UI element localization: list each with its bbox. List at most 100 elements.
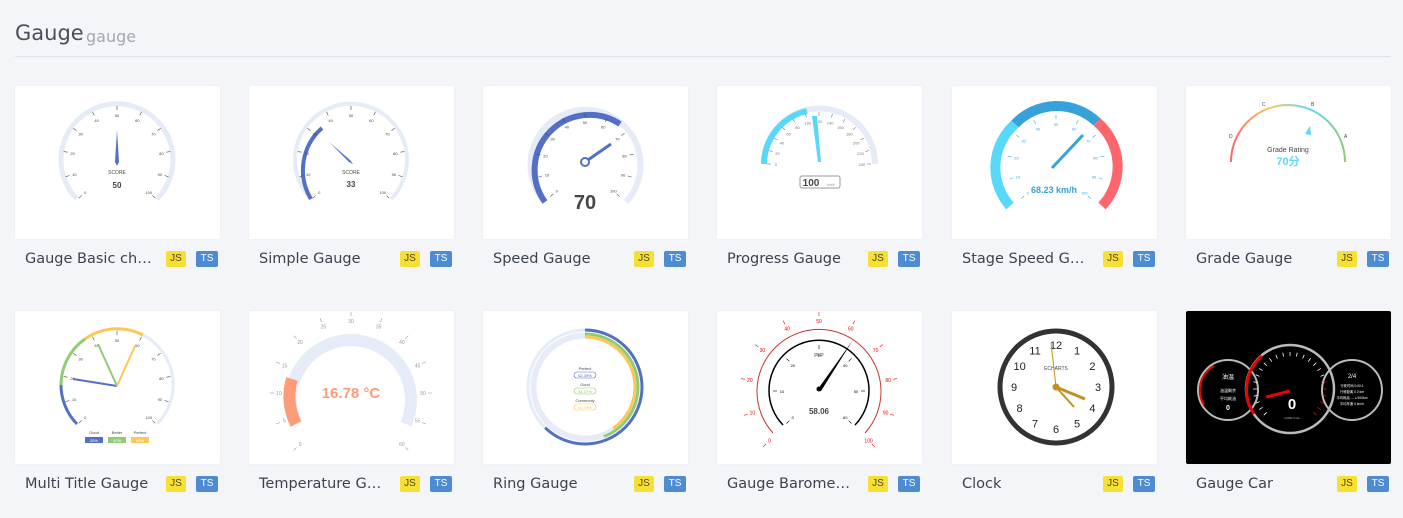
- tick-label: 70: [151, 357, 156, 362]
- example-thumbnail[interactable]: 0 5 10 15 20 25 30 35 40 45 50 55 60 16.78 °C: [249, 311, 454, 464]
- js-badge[interactable]: JS: [1337, 251, 1357, 267]
- example-card-temperature-gauge[interactable]: 0 5 10 15 20 25 30 35 40 45 50 55 60 16.78 °C Temper…: [249, 311, 454, 492]
- example-title[interactable]: Multi Title Gauge: [25, 476, 153, 492]
- ts-badge[interactable]: TS: [1367, 476, 1389, 492]
- js-badge[interactable]: JS: [400, 251, 420, 267]
- tick-mark: [65, 400, 70, 402]
- tick-mark: [621, 132, 625, 136]
- example-card-grade-gauge[interactable]: D C B A Grade Rating 70分 Grade Gauge JS …: [1186, 86, 1391, 267]
- example-thumbnail[interactable]: Perfect 62.39% Good 44.07% Commonly 40.4…: [483, 311, 688, 464]
- ts-badge[interactable]: TS: [430, 476, 452, 492]
- gauge-barometer-thumbnail: 0102030405060 0102030405060708090100 PLP…: [740, 312, 898, 448]
- grade-label: C: [1262, 102, 1266, 108]
- tick-mark: [78, 195, 82, 199]
- tick-mark: [1016, 134, 1020, 138]
- example-title[interactable]: Temperature Gauge Chart: [259, 476, 387, 492]
- example-card-clock[interactable]: 12 1 2 3 4 5 6 7 8 9 10 11 ECHARTS Clock JS TS: [952, 311, 1157, 492]
- tick-label: 60: [848, 327, 854, 333]
- example-title[interactable]: Simple Gauge: [259, 251, 387, 267]
- tick-label: 20: [543, 154, 548, 159]
- example-card-ring-gauge[interactable]: Perfect 62.39% Good 44.07% Commonly 40.4…: [483, 311, 688, 492]
- example-thumbnail[interactable]: 0 20 40 60 80 100 120 140 160 180 200 220 240 100 km…: [717, 86, 922, 239]
- js-badge[interactable]: JS: [868, 251, 888, 267]
- legend-name: Better: [112, 430, 123, 435]
- js-badge[interactable]: JS: [166, 251, 186, 267]
- example-card-progress-gauge[interactable]: 0 20 40 60 80 100 120 140 160 180 200 220 240 100 km…: [717, 86, 922, 267]
- gauge-value: 70分: [1276, 154, 1299, 168]
- tick-mark: [1098, 177, 1103, 180]
- js-badge[interactable]: JS: [634, 476, 654, 492]
- example-card-multi-title-gauge[interactable]: 0 10 20 30 40 50 60 70 80 90 100 Good Better Perfe…: [15, 311, 220, 492]
- example-card-gauge-barometer[interactable]: 0 10 20 30 40 50 60 0 10 20 30 40 50 60 70 80 90 100 PLP…: [717, 311, 922, 492]
- tick-mark: [1092, 134, 1096, 138]
- js-badge[interactable]: JS: [1337, 476, 1357, 492]
- tick-mark: [1007, 156, 1012, 158]
- example-title[interactable]: Grade Gauge: [1196, 251, 1324, 267]
- tick-label: 25: [321, 325, 327, 331]
- example-card-gauge-car[interactable]: 油温 油温剩余 平均耗油 0 0 x1000 r/min 2/4 行驶时间 0:…: [1186, 311, 1391, 492]
- example-thumbnail[interactable]: 0 10 20 30 40 50 60 70 80 90 100 70: [483, 86, 688, 239]
- ts-badge[interactable]: TS: [196, 251, 218, 267]
- example-title[interactable]: Speed Gauge: [493, 251, 621, 267]
- example-thumbnail[interactable]: 0 10 20 30 40 50 60 70 80 90 100 SCORE 33: [249, 86, 454, 239]
- example-card-simple-gauge[interactable]: 0 10 20 30 40 50 60 70 80 90 100 SCORE 33 Simple G…: [249, 86, 454, 267]
- tick-label: 10: [72, 172, 77, 177]
- ts-badge[interactable]: TS: [196, 476, 218, 492]
- tick-mark: [848, 358, 852, 362]
- example-card-gauge-basic[interactable]: 0 10 20 30 40 50 60 70 80 90 100 SCORE 50 Gauge Ba…: [15, 86, 220, 267]
- tick-mark: [1076, 120, 1079, 125]
- clock-numeral: 10: [1013, 361, 1025, 373]
- tick-mark: [78, 420, 82, 424]
- tick-label: 90: [158, 397, 163, 402]
- tick-label: 20: [775, 151, 780, 156]
- ts-badge[interactable]: TS: [1367, 251, 1389, 267]
- ts-badge[interactable]: TS: [898, 251, 920, 267]
- tick-label: 50: [115, 338, 120, 343]
- tick-label: 60: [135, 118, 140, 123]
- example-title[interactable]: Ring Gauge: [493, 476, 621, 492]
- example-thumbnail[interactable]: D C B A Grade Rating 70分: [1186, 86, 1391, 239]
- tick-mark: [616, 193, 620, 197]
- example-title[interactable]: Stage Speed Gauge: [962, 251, 1090, 267]
- example-title[interactable]: Clock: [962, 476, 1090, 492]
- legend-value: 20%: [90, 438, 98, 443]
- tach-tick: [1258, 368, 1263, 372]
- example-card-speed-gauge[interactable]: 0 10 20 30 40 50 60 70 80 90 100 70 Speed Gauge JS…: [483, 86, 688, 267]
- ts-badge[interactable]: TS: [1133, 251, 1155, 267]
- tick-label: 0: [318, 190, 321, 195]
- example-title[interactable]: Progress Gauge: [727, 251, 855, 267]
- example-thumbnail[interactable]: 油温 油温剩余 平均耗油 0 0 x1000 r/min 2/4 行驶时间 0:…: [1186, 311, 1391, 464]
- js-badge[interactable]: JS: [400, 476, 420, 492]
- example-title[interactable]: Gauge Barometer chart: [727, 476, 855, 492]
- ts-badge[interactable]: TS: [664, 476, 686, 492]
- legend-name: Perfect: [134, 430, 148, 435]
- tick-mark: [164, 175, 169, 177]
- tick-mark: [762, 443, 767, 448]
- js-badge[interactable]: JS: [634, 251, 654, 267]
- example-thumbnail[interactable]: 12 1 2 3 4 5 6 7 8 9 10 11 ECHARTS: [952, 311, 1157, 464]
- example-thumbnail[interactable]: 0 10 20 30 40 50 60 70 80 90 100 SCORE 50: [15, 86, 220, 239]
- js-badge[interactable]: JS: [1103, 251, 1123, 267]
- tick-label: 30: [760, 348, 766, 354]
- example-title[interactable]: Gauge Car: [1196, 476, 1324, 492]
- tick-mark: [538, 175, 543, 178]
- gauge-value: 70: [574, 192, 596, 214]
- ring-value: 44.07%: [578, 389, 592, 394]
- js-badge[interactable]: JS: [1103, 476, 1123, 492]
- gauge-value: 100: [803, 178, 820, 189]
- js-badge[interactable]: JS: [868, 476, 888, 492]
- example-title[interactable]: Gauge Basic chart: [25, 251, 153, 267]
- example-card-stage-speed-gauge[interactable]: 0 10 20 30 40 50 60 70 80 90 100 68.23 km/h Stage …: [952, 86, 1157, 267]
- example-thumbnail[interactable]: 0 10 20 30 40 50 60 70 80 90 100 68.23 km/h: [952, 86, 1157, 239]
- ts-badge[interactable]: TS: [664, 251, 686, 267]
- example-thumbnail[interactable]: 0 10 20 30 40 50 60 70 80 90 100 Good Better Perfe…: [15, 311, 220, 464]
- tick-mark: [92, 336, 95, 341]
- tick-label: 60: [1072, 126, 1077, 131]
- ts-badge[interactable]: TS: [430, 251, 452, 267]
- tick-mark: [139, 336, 142, 341]
- ts-badge[interactable]: TS: [1133, 476, 1155, 492]
- ts-badge[interactable]: TS: [898, 476, 920, 492]
- js-badge[interactable]: JS: [166, 476, 186, 492]
- tick-label: 160: [837, 125, 844, 130]
- example-thumbnail[interactable]: 0 10 20 30 40 50 60 0 10 20 30 40 50 60 70 80 90 100 PLP…: [717, 311, 922, 464]
